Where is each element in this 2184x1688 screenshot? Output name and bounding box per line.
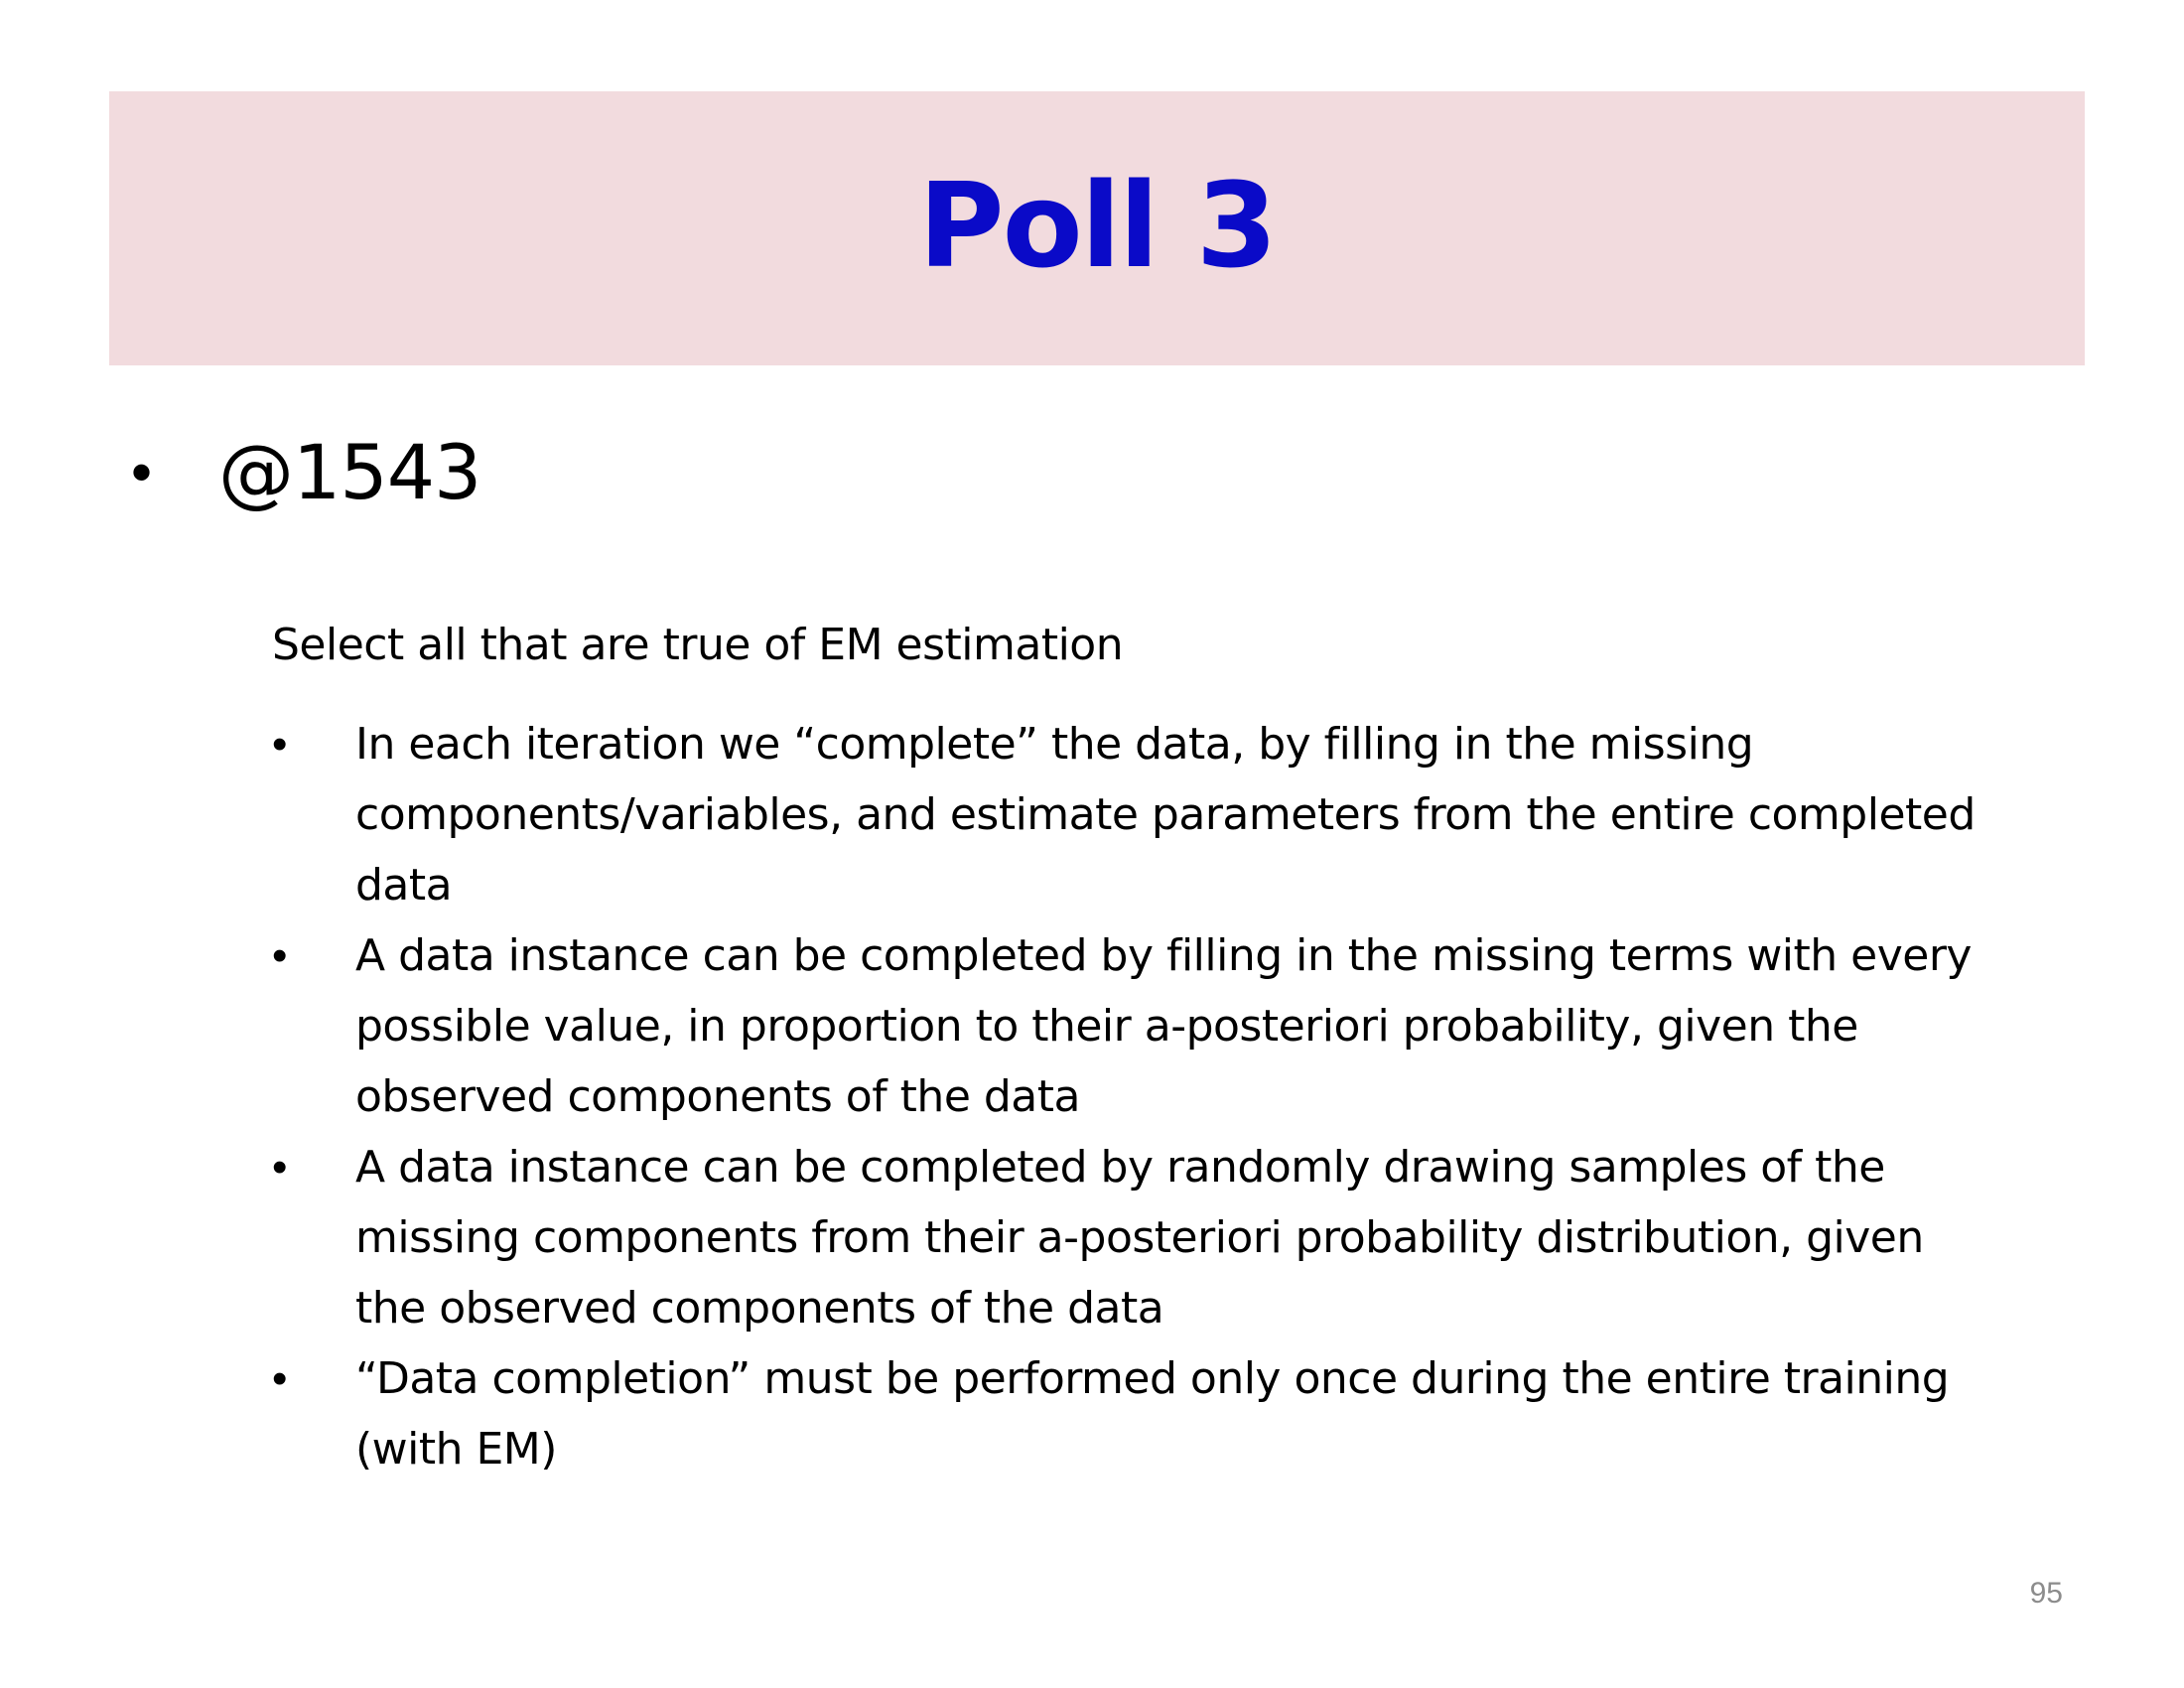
main-bullet-text: @1543: [218, 428, 481, 516]
bullet-icon: •: [272, 931, 288, 980]
bullet-icon: •: [131, 439, 153, 505]
poll-option-text: “Data completion” must be performed only…: [355, 1353, 1950, 1475]
bullet-icon: •: [272, 720, 288, 769]
poll-option-text: In each iteration we “complete” the data…: [355, 719, 1976, 911]
poll-options: • In each iteration we “complete” the da…: [272, 709, 1999, 1484]
poll-option-1: • In each iteration we “complete” the da…: [272, 709, 1999, 920]
title-bar: Poll 3: [109, 91, 2085, 365]
main-bullet: • @1543: [131, 428, 481, 516]
bullet-icon: •: [272, 1354, 288, 1403]
poll-option-3: • A data instance can be completed by ra…: [272, 1132, 1999, 1343]
slide-title: Poll 3: [918, 157, 1278, 294]
poll-option-4: • “Data completion” must be performed on…: [272, 1343, 1999, 1484]
poll-question: Select all that are true of EM estimatio…: [272, 620, 1124, 670]
bullet-icon: •: [272, 1143, 288, 1192]
poll-option-text: A data instance can be completed by fill…: [355, 930, 1972, 1122]
poll-option-2: • A data instance can be completed by fi…: [272, 920, 1999, 1132]
poll-option-text: A data instance can be completed by rand…: [355, 1142, 1924, 1334]
page-number: 95: [2029, 1577, 2063, 1610]
